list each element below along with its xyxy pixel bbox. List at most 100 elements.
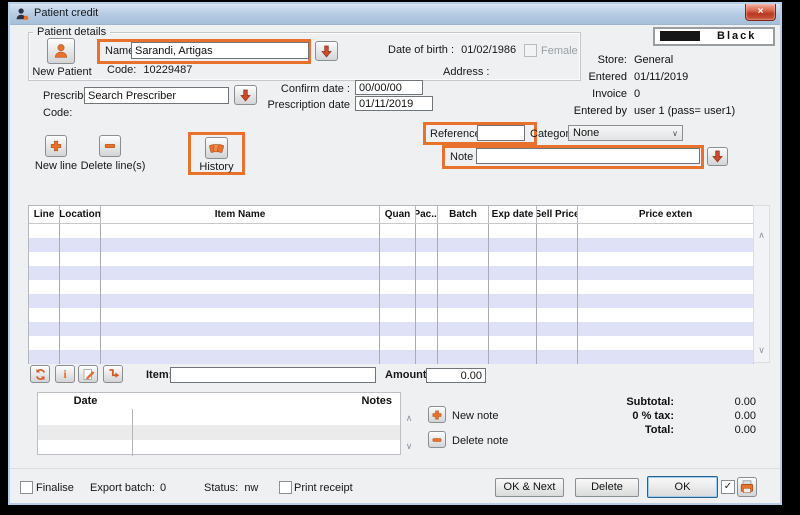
finalise-checkbox[interactable] bbox=[20, 481, 33, 494]
notes-table: Date Notes bbox=[37, 392, 401, 455]
items-table-scrollbar[interactable]: ∧ ∨ bbox=[753, 205, 770, 363]
transfer-button[interactable] bbox=[103, 365, 123, 383]
item-row[interactable] bbox=[29, 322, 753, 336]
reference-input[interactable] bbox=[477, 125, 525, 141]
item-row[interactable] bbox=[29, 336, 753, 350]
invoice-row: Invoice 0 bbox=[515, 88, 777, 105]
info-button[interactable]: i bbox=[55, 365, 75, 383]
amount-input[interactable] bbox=[426, 368, 486, 383]
item-row[interactable] bbox=[29, 308, 753, 322]
close-button[interactable]: × bbox=[745, 4, 776, 21]
patient-credit-icon bbox=[15, 7, 29, 21]
name-lookup-button[interactable] bbox=[315, 41, 338, 61]
item-row[interactable] bbox=[29, 350, 753, 364]
prescription-date-input[interactable] bbox=[355, 96, 433, 111]
item-row[interactable] bbox=[29, 266, 753, 280]
edit-note-button[interactable] bbox=[78, 365, 98, 383]
notes-table-header: Date Notes bbox=[38, 393, 400, 409]
patient-code-label: Code: bbox=[107, 64, 136, 76]
info-icon: i bbox=[63, 367, 66, 382]
ok-next-button[interactable]: OK & Next bbox=[495, 478, 564, 497]
printer-icon bbox=[739, 479, 755, 495]
new-line-button[interactable] bbox=[45, 135, 67, 157]
window-title: Patient credit bbox=[34, 7, 98, 19]
entered-value: 01/11/2019 bbox=[634, 71, 688, 88]
dob-value: 01/02/1986 bbox=[461, 44, 516, 56]
refresh-button[interactable] bbox=[30, 365, 50, 383]
colour-name: Black bbox=[717, 30, 756, 42]
name-label: Name bbox=[105, 45, 134, 57]
person-icon bbox=[52, 42, 70, 60]
plus-icon bbox=[49, 139, 63, 153]
items-table-body bbox=[29, 224, 753, 364]
finalise-label: Finalise bbox=[36, 482, 74, 494]
col-header-location[interactable]: Location bbox=[60, 206, 101, 223]
history-label: History bbox=[188, 161, 245, 173]
col-header-batch[interactable]: Batch bbox=[438, 206, 489, 223]
item-row[interactable] bbox=[29, 224, 753, 238]
titlebar[interactable]: Patient credit × bbox=[10, 4, 780, 25]
col-header-line[interactable]: Line bbox=[29, 206, 60, 223]
note-row[interactable] bbox=[38, 409, 400, 425]
new-note-button[interactable] bbox=[428, 406, 446, 423]
delete-button[interactable]: Delete bbox=[575, 478, 639, 497]
delete-lines-button[interactable] bbox=[99, 135, 121, 157]
store-label: Store: bbox=[515, 54, 627, 71]
notes-date-header: Date bbox=[38, 395, 133, 407]
ok-button[interactable]: OK bbox=[647, 476, 718, 498]
entered-label: Entered bbox=[515, 71, 627, 88]
invoice-label: Invoice bbox=[515, 88, 627, 105]
category-dropdown[interactable]: None ∨ bbox=[568, 125, 683, 141]
item-row[interactable] bbox=[29, 280, 753, 294]
plus-icon bbox=[431, 409, 443, 421]
notes-scroll-up-icon[interactable]: ∧ bbox=[403, 413, 415, 424]
tax-label: 0 % tax: bbox=[510, 410, 674, 422]
delete-note-button[interactable] bbox=[428, 431, 446, 448]
reference-label: Reference bbox=[430, 128, 481, 140]
transfer-arrow-icon bbox=[107, 368, 120, 381]
print-on-ok-checkbox[interactable]: ✓ bbox=[721, 480, 735, 494]
col-header-exp-date[interactable]: Exp date bbox=[489, 206, 537, 223]
note-row[interactable] bbox=[38, 440, 400, 456]
items-table-header[interactable]: Line Location Item Name Quan Pac... Batc… bbox=[29, 206, 753, 224]
col-header-quan[interactable]: Quan bbox=[380, 206, 416, 223]
scroll-up-icon[interactable]: ∧ bbox=[754, 230, 769, 241]
confirm-date-input[interactable] bbox=[355, 80, 423, 95]
col-header-sell-price[interactable]: Sell Price bbox=[537, 206, 578, 223]
dob-row: Date of birth : 01/02/1986 bbox=[388, 44, 516, 56]
prescriber-input[interactable] bbox=[84, 87, 229, 104]
new-note-label: New note bbox=[452, 410, 498, 422]
screenshot-canvas: { "window": { "title": "Patient credit" … bbox=[0, 0, 800, 515]
total-row: Total: 0.00 bbox=[510, 424, 756, 436]
new-patient-button[interactable] bbox=[47, 38, 75, 64]
total-value: 0.00 bbox=[674, 424, 756, 436]
col-header-price-exten[interactable]: Price exten bbox=[578, 206, 753, 223]
store-row: Store: General bbox=[515, 54, 777, 71]
patient-code-value: 10229487 bbox=[143, 64, 192, 76]
note-expand-button[interactable] bbox=[707, 147, 728, 166]
export-batch-label: Export batch: bbox=[90, 482, 155, 494]
item-input[interactable] bbox=[170, 367, 376, 383]
item-row[interactable] bbox=[29, 294, 753, 308]
item-row[interactable] bbox=[29, 252, 753, 266]
col-header-pack[interactable]: Pac... bbox=[416, 206, 438, 223]
refresh-icon bbox=[34, 368, 47, 381]
scroll-down-icon[interactable]: ∨ bbox=[754, 345, 769, 356]
print-button[interactable] bbox=[737, 477, 757, 497]
dob-label: Date of birth : bbox=[388, 44, 454, 56]
item-row[interactable] bbox=[29, 238, 753, 252]
notes-scroll-down-icon[interactable]: ∨ bbox=[403, 441, 415, 452]
name-input[interactable] bbox=[131, 42, 309, 59]
check-icon: ✓ bbox=[724, 481, 732, 492]
tax-row: 0 % tax: 0.00 bbox=[510, 410, 756, 422]
print-receipt-checkbox[interactable] bbox=[279, 481, 292, 494]
confirm-date-label: Confirm date : bbox=[240, 83, 350, 95]
notes-notes-header: Notes bbox=[133, 395, 400, 407]
colour-dropdown[interactable]: Black bbox=[653, 27, 775, 46]
status-value: nw bbox=[244, 482, 258, 494]
note-input[interactable] bbox=[476, 148, 700, 164]
notes-table-body bbox=[38, 409, 400, 456]
history-button[interactable] bbox=[205, 137, 228, 159]
col-header-item-name[interactable]: Item Name bbox=[101, 206, 380, 223]
note-row[interactable] bbox=[38, 425, 400, 441]
